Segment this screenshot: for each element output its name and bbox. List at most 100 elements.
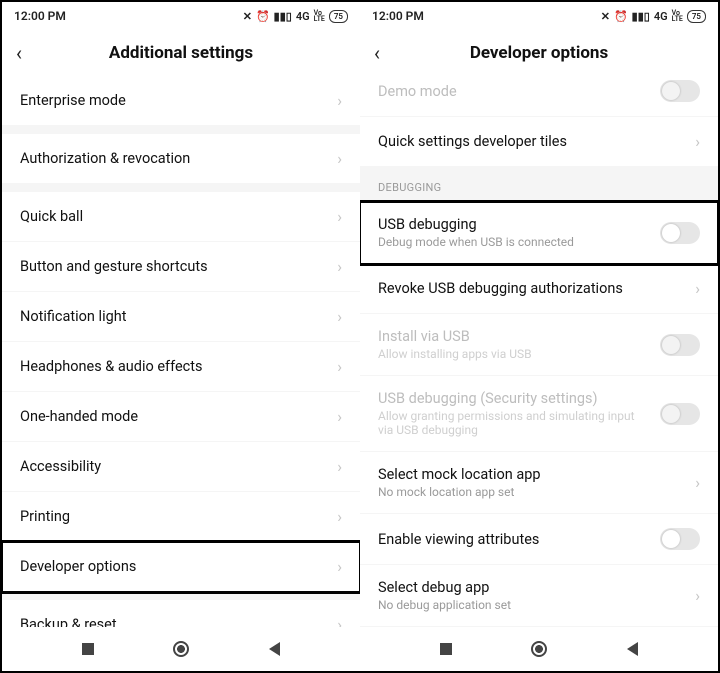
row-text: Revoke USB debugging authorizations [378,280,687,297]
row-subtitle: No debug application set [378,598,687,612]
chevron-right-icon: › [337,557,342,576]
row-label: Accessibility [20,458,329,475]
section-gap [2,592,360,600]
row-label: Backup & reset [20,616,329,627]
toggle-install-via-usb [660,334,700,356]
row-headphones-audio-effects[interactable]: Headphones & audio effects › [2,342,360,392]
nav-bar [360,627,718,671]
alarm-icon: ⏰ [256,10,270,23]
section-gap [2,184,360,192]
back-button[interactable]: ‹ [16,41,42,65]
back-button[interactable]: ‹ [374,41,400,65]
chevron-right-icon: › [337,149,342,168]
row-backup-reset[interactable]: Backup & reset› [2,600,360,627]
row-text: Authorization & revocation [20,150,329,167]
volte-label: VoLTE [314,10,325,22]
row-label: USB debugging (Security settings) [378,390,652,407]
toggle-enable-viewing-attributes[interactable] [660,528,700,550]
toggle-knob [662,82,680,100]
toggle-usb-debugging-security-settings [660,403,700,425]
row-label: Notification light [20,308,329,325]
row-subtitle: Allow granting permissions and simulatin… [378,409,652,437]
row-select-mock-location-app[interactable]: Select mock location app No mock location… [360,452,718,514]
nav-home[interactable] [173,641,189,657]
row-one-handed-mode[interactable]: One-handed mode› [2,392,360,442]
alarm-icon: ⏰ [614,10,628,23]
row-text: Printing [20,508,329,525]
row-authorization-revocation[interactable]: Authorization & revocation › [2,134,360,184]
nav-recents[interactable] [440,643,452,655]
row-printing[interactable]: Printing› [2,492,360,542]
header: ‹ Developer options [360,30,718,76]
dnd-icon: ✕ [601,10,610,23]
row-label: Enable viewing attributes [378,531,652,548]
row-label: Quick ball [20,208,329,225]
section-gap [2,126,360,134]
row-label: USB debugging [378,216,652,233]
row-text: One-handed mode [20,408,329,425]
row-text: Enable viewing attributes [378,531,652,548]
network-label: 4G [296,10,310,23]
row-text: Headphones & audio effects [20,358,329,375]
status-icons: ✕ ⏰ ▮▮▯ 4G VoLTE 75 [601,10,706,23]
row-usb-debugging-security-settings: USB debugging (Security settings) Allow g… [360,376,718,452]
row-label: Revoke USB debugging authorizations [378,280,687,297]
toggle-knob [662,336,680,354]
row-enable-viewing-attributes[interactable]: Enable viewing attributes [360,514,718,565]
row-quick-ball[interactable]: Quick ball› [2,192,360,242]
battery-icon: 75 [687,10,706,23]
row-label: Install via USB [378,328,652,345]
chevron-right-icon: › [695,473,700,492]
status-bar: 12:00 PM ✕ ⏰ ▮▮▯ 4G VoLTE 75 [2,2,360,30]
status-icons: ✕ ⏰ ▮▮▯ 4G VoLTE 75 [243,10,348,23]
nav-bar [2,627,360,671]
row-accessibility[interactable]: Accessibility› [2,442,360,492]
row-install-via-usb: Install via USBAllow installing apps via… [360,314,718,376]
row-text: Backup & reset [20,616,329,627]
row-subtitle: No mock location app set [378,485,687,499]
row-label: Enterprise mode [20,92,329,109]
phone-left: 12:00 PM ✕ ⏰ ▮▮▯ 4G VoLTE 75 ‹ Additiona… [2,2,360,671]
nav-back[interactable] [627,642,638,656]
row-text: Button and gesture shortcuts [20,258,329,275]
row-button-and-gesture-shortcuts[interactable]: Button and gesture shortcuts › [2,242,360,292]
toggle-usb-debugging[interactable] [660,222,700,244]
settings-list: Demo mode Quick settings developer tiles›… [360,76,718,627]
row-demo-mode: Demo mode [360,76,718,117]
row-text: Accessibility [20,458,329,475]
row-text: USB debuggingDebug mode when USB is conn… [378,216,652,249]
row-quick-settings-developer-tiles[interactable]: Quick settings developer tiles› [360,117,718,167]
row-notification-light[interactable]: Notification light› [2,292,360,342]
page-title: Developer options [400,43,678,63]
toggle-knob [662,405,680,423]
chevron-right-icon: › [695,132,700,151]
row-label: Select debug app [378,579,687,596]
header: ‹ Additional settings [2,30,360,76]
row-label: Printing [20,508,329,525]
status-time: 12:00 PM [372,9,424,23]
section-header-debugging: DEBUGGING [360,167,718,202]
row-text: Developer options [20,558,329,575]
row-developer-options[interactable]: Developer options › [2,542,360,592]
row-label: Developer options [20,558,329,575]
row-label: Select mock location app [378,466,687,483]
chevron-right-icon: › [337,357,342,376]
chevron-right-icon: › [337,257,342,276]
nav-home[interactable] [531,641,547,657]
row-label: Demo mode [378,83,652,100]
row-enterprise-mode[interactable]: Enterprise mode› [2,76,360,126]
signal-icon: ▮▮▯ [632,10,650,23]
row-text: Install via USBAllow installing apps via… [378,328,652,361]
nav-back[interactable] [269,642,280,656]
row-text: Demo mode [378,83,652,100]
battery-icon: 75 [329,10,348,23]
phone-right: 12:00 PM ✕ ⏰ ▮▮▯ 4G VoLTE 75 ‹ Developer… [360,2,718,671]
row-select-debug-app[interactable]: Select debug app No debug application set… [360,565,718,627]
settings-list: Enterprise mode›Authorization & revocati… [2,76,360,627]
row-usb-debugging[interactable]: USB debuggingDebug mode when USB is conn… [360,202,718,264]
signal-icon: ▮▮▯ [274,10,292,23]
chevron-right-icon: › [695,279,700,298]
toggle-knob [662,530,680,548]
row-revoke-usb-debugging-authorizations[interactable]: Revoke USB debugging authorizations › [360,264,718,314]
nav-recents[interactable] [82,643,94,655]
